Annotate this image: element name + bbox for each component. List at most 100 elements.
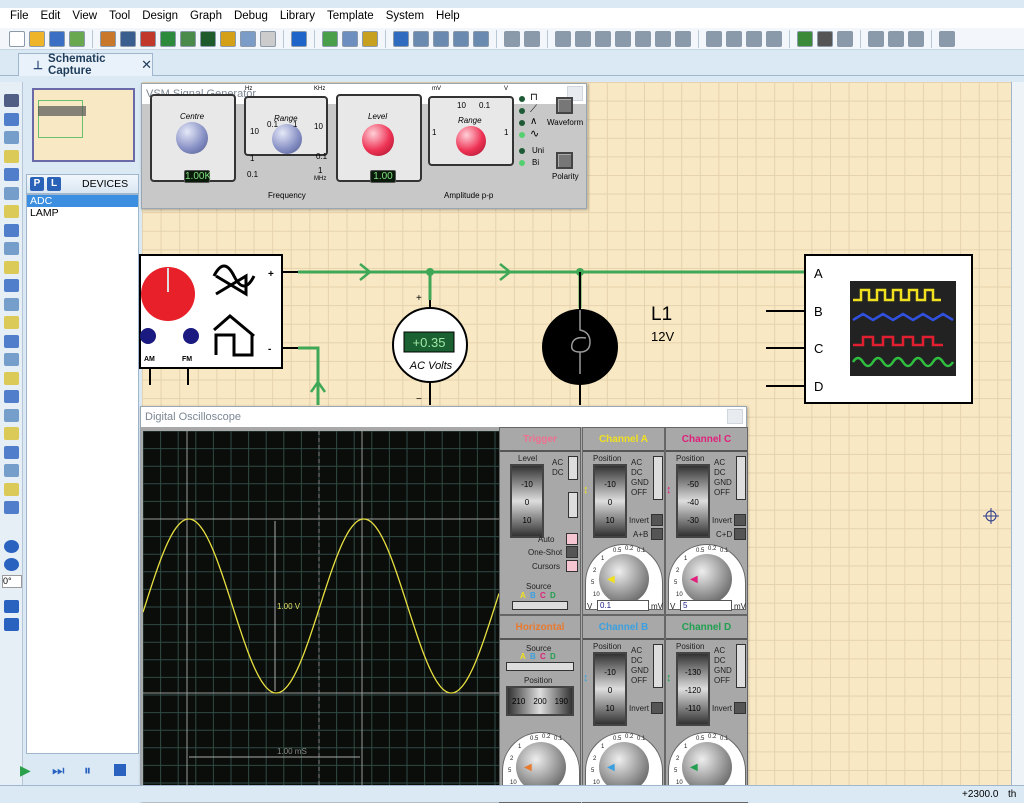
scale-mark: -10 <box>604 480 616 489</box>
position-arrow-icon: ↕ <box>583 484 589 496</box>
source-A: A <box>520 591 526 600</box>
dial-mark: 0.5 <box>613 736 622 742</box>
channel-a-volts-value[interactable]: 0.1 <box>597 600 649 611</box>
horizontal-position-drum[interactable]: 210 200 190 <box>506 686 574 716</box>
h-source: D <box>550 652 556 661</box>
led-uni <box>519 148 525 154</box>
amplitude-range-knob[interactable] <box>456 126 486 156</box>
dial-mark: 1 <box>601 744 605 750</box>
invert-button[interactable] <box>734 702 746 714</box>
scope-screen[interactable]: 1.00 V 1.00 mS <box>143 431 499 785</box>
unit-right: mV <box>734 602 746 611</box>
frequency-label: Frequency <box>268 191 306 200</box>
coupling-switch[interactable] <box>736 644 746 688</box>
coupling-off: OFF <box>714 488 730 497</box>
scale-mark: -30 <box>687 516 699 525</box>
channel-a-volts-knob[interactable]: ◀ <box>599 554 649 604</box>
dial-mark: 2 <box>593 756 597 762</box>
coupling-gnd: GND <box>631 666 649 675</box>
voltmeter-minus: − <box>416 394 422 405</box>
dial-mark: 5 <box>591 768 595 774</box>
horizontal-source-slider[interactable] <box>506 662 574 671</box>
trigger-edge-switch[interactable] <box>568 492 578 518</box>
dial-mark: 0.5 <box>530 736 539 742</box>
polarity-button[interactable] <box>556 152 573 169</box>
coordinate-readout: +2300.0 <box>962 789 999 800</box>
channel-c-panel-title: Channel C <box>666 428 747 452</box>
dial-mark: 2 <box>593 568 597 574</box>
combine-button[interactable] <box>734 528 746 540</box>
cursors-button[interactable] <box>566 560 578 572</box>
coupling-off: OFF <box>631 676 647 685</box>
channel-d-position-drum[interactable]: -130 -120 -110 <box>676 652 710 726</box>
led-triangle <box>519 120 525 126</box>
sine-wave-icon: ∿ <box>530 128 540 140</box>
trigger-dc-label: DC <box>552 468 564 477</box>
dial-mark: 0.2 <box>542 734 551 740</box>
voltage-readout: 1.00 V <box>277 602 301 611</box>
dial-mark: 5 <box>674 580 678 586</box>
dial-mark: 0.1 <box>637 736 646 742</box>
scale-mark: 10 <box>605 704 615 713</box>
channel-d-panel-title: Channel D <box>666 616 747 640</box>
scale-mark: 210 <box>511 696 526 706</box>
coupling-switch[interactable] <box>653 456 663 500</box>
coupling-switch[interactable] <box>653 644 663 688</box>
coupling-ac: AC <box>714 458 726 467</box>
channel-b-panel: Channel B Position -10 0 10 ↕ AC DC GND OFF Invert… <box>582 615 665 803</box>
trigger-coupling-switch[interactable] <box>568 456 578 480</box>
channel-a-position-drum[interactable]: -10 0 10 <box>593 464 627 538</box>
position-label: Position <box>593 642 622 651</box>
position-arrow-icon: ↕ <box>666 484 672 496</box>
signal-generator-symbol <box>139 254 298 385</box>
dial-mark: 0.5 <box>613 548 622 554</box>
auto-button[interactable] <box>566 533 578 545</box>
indicator-arrow-icon: ◀ <box>607 574 615 585</box>
scale-mark: 0 <box>607 686 613 695</box>
h-source: B <box>530 652 536 661</box>
channel-c-volts-value[interactable]: 5 <box>680 600 732 611</box>
one-shot-button[interactable] <box>566 546 578 558</box>
centre-knob[interactable] <box>176 122 208 154</box>
level-knob[interactable] <box>362 124 394 156</box>
trigger-level-drum[interactable]: -10 0 10 <box>510 464 544 538</box>
signal-generator-window[interactable]: VSM Signal Generator Centre 1.00K Range … <box>141 83 587 209</box>
indicator-arrow-icon: ◀ <box>607 762 615 773</box>
channel-d-panel: Channel D Position -130 -120 -110 ↕ AC DC GND OFF… <box>665 615 748 803</box>
invert-button[interactable] <box>651 514 663 526</box>
channel-c-volts-knob[interactable]: ◀ <box>682 554 732 604</box>
coupling-switch[interactable] <box>736 456 746 500</box>
dial-mark: 1 <box>601 556 605 562</box>
rotation-field[interactable]: 0° <box>2 575 22 588</box>
indicator-arrow-icon: ◀ <box>524 762 532 773</box>
waveform-button[interactable] <box>556 97 573 114</box>
bi-label: Bi <box>532 158 540 167</box>
invert-button[interactable] <box>651 702 663 714</box>
coupling-ac: AC <box>631 646 643 655</box>
cursors-label: Cursors <box>532 562 561 571</box>
coupling-ac: AC <box>714 646 726 655</box>
lamp-reference: L1 <box>651 304 672 325</box>
horizontal-panel: Horizontal Source A B C D Position 210 200 190 ◀ 0.… <box>499 615 581 803</box>
invert-label: Invert <box>629 704 650 713</box>
oscilloscope-window[interactable]: Digital Oscilloscope 1.00 V1.00 mS ‹ › T… <box>140 406 748 803</box>
led-sawtooth <box>519 108 525 114</box>
coupling-dc: DC <box>631 468 643 477</box>
trigger-source-slider[interactable] <box>512 601 568 610</box>
coupling-gnd: GND <box>714 478 732 487</box>
close-button[interactable] <box>727 409 743 424</box>
indicator-arrow-icon: ◀ <box>690 574 698 585</box>
channel-b-position-drum[interactable]: -10 0 10 <box>593 652 627 726</box>
invert-label: Invert <box>629 516 650 525</box>
invert-button[interactable] <box>734 514 746 526</box>
dial-mark: 0.2 <box>625 734 634 740</box>
gen-plus-label: + <box>268 269 274 280</box>
h-source: A <box>520 652 526 661</box>
combine-button[interactable] <box>651 528 663 540</box>
coupling-ac: AC <box>631 458 643 467</box>
lamp-symbol <box>542 272 618 405</box>
window-title-bar[interactable]: Digital Oscilloscope <box>141 407 746 427</box>
channel-c-position-drum[interactable]: -50 -40 -30 <box>676 464 710 538</box>
scale-mark: -10 <box>604 668 616 677</box>
time-readout: 1.00 mS <box>277 747 307 756</box>
